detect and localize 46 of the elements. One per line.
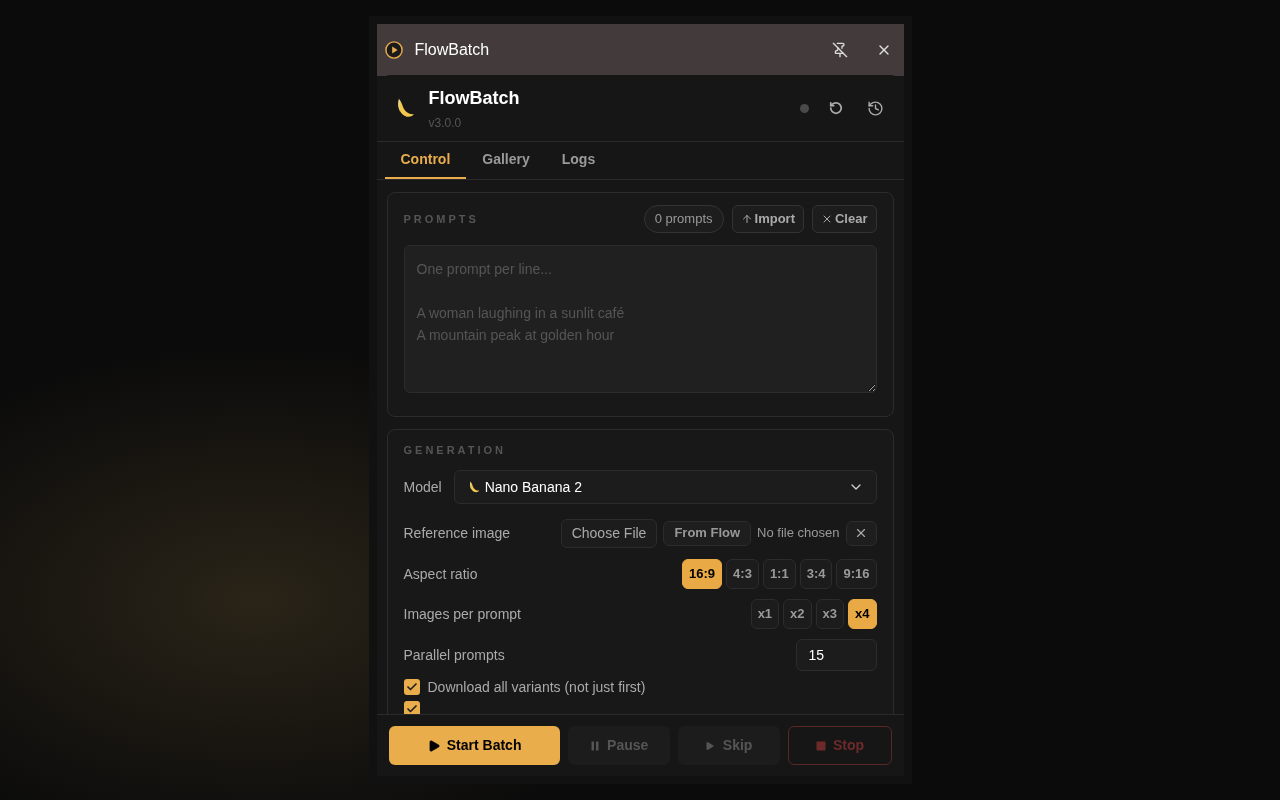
from-flow-button[interactable]: From Flow [663,520,752,546]
checkbox[interactable] [403,701,420,714]
tab[interactable]: Control [384,142,467,179]
refresh-icon[interactable] [828,101,843,115]
import-button[interactable]: Import [731,205,804,233]
arrow-up-icon [740,212,753,225]
check-icon [405,703,418,714]
play-circle-icon [384,41,403,59]
window-title: FlowBatch [414,40,491,60]
pause-icon [589,739,602,752]
option-button[interactable]: 4:3 [726,559,759,589]
square-icon [815,739,827,752]
clear-button[interactable]: Clear [811,205,877,233]
option-button[interactable]: x2 [783,599,812,629]
tab[interactable]: Logs [545,142,612,179]
checkbox[interactable] [403,679,420,695]
option-button[interactable]: 9:16 [836,559,877,589]
file-status: No file chosen [757,524,840,543]
prompt-count: 0 prompts [643,205,724,233]
version-label: v3.0.0 [428,114,463,132]
option-button[interactable]: 3:4 [799,559,833,589]
option-button[interactable]: 16:9 [682,559,723,589]
history-icon[interactable] [866,99,884,117]
unpin-icon[interactable] [831,42,848,58]
x-icon [854,526,868,540]
app-title: FlowBatch [428,86,521,110]
parallel-field[interactable]: 15 [795,639,877,671]
option-button[interactable]: 1:1 [762,559,796,589]
option-button[interactable]: x4 [848,599,877,629]
tab[interactable]: Gallery [466,142,546,179]
section-heading: GENERATION [403,442,508,458]
start-button[interactable]: Start Batch [388,726,560,765]
field-label: Parallel prompts [403,645,506,665]
field-label: Aspect ratio [403,564,479,584]
field-label: Reference image [403,523,512,543]
field-label: Model [403,477,442,497]
remove-file-button[interactable] [845,520,877,546]
field-label: Images per prompt [403,604,522,624]
option-button[interactable]: x3 [815,599,845,629]
section-heading: PROMPTS [403,211,480,227]
play-icon [426,738,441,753]
choose-file-button[interactable]: Choose File [560,518,658,548]
check-icon [405,681,418,693]
checkbox-label: Download all variants (not just first) [427,677,646,697]
option-button[interactable]: x1 [750,599,780,629]
model-select[interactable]: Nano Banana 2 [453,470,877,504]
